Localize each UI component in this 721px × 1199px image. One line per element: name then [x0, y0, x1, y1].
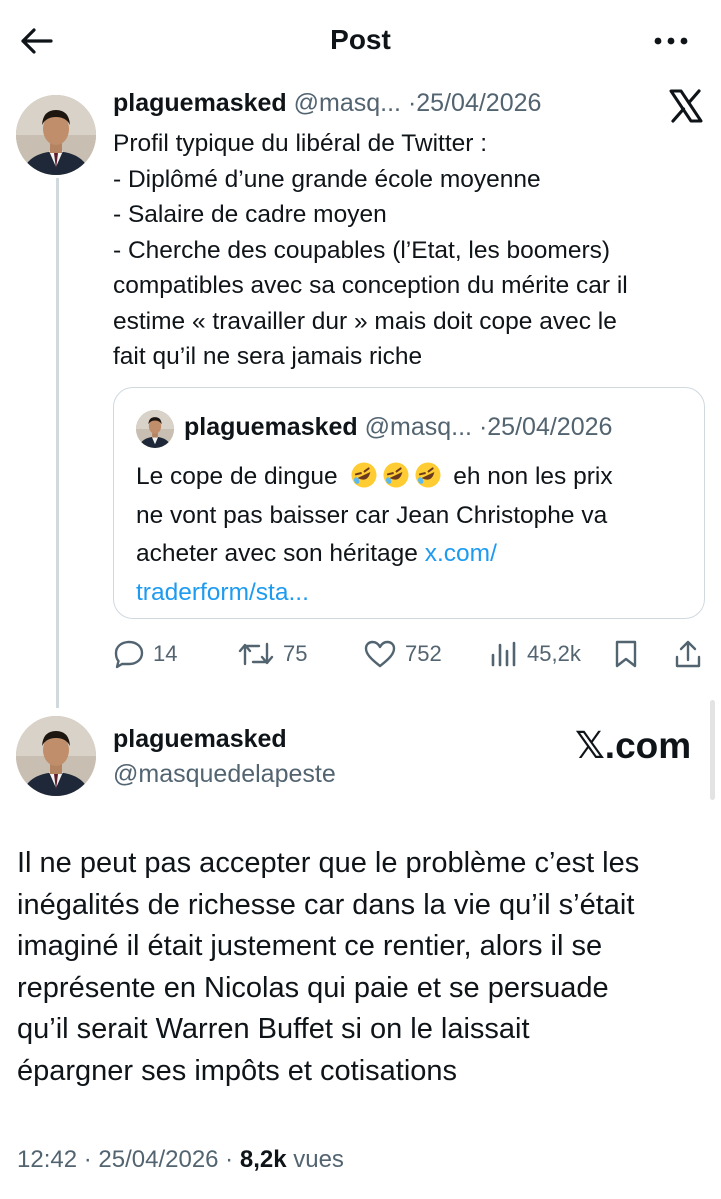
- more-horizontal-icon: [654, 37, 688, 45]
- tweet-header: plaguemasked @masq... ·25/04/2026: [113, 89, 541, 118]
- reply-button[interactable]: 14: [113, 632, 177, 676]
- separator-dot: ·: [77, 1146, 99, 1173]
- rolling-on-floor-laughing-emoji: [383, 462, 409, 488]
- tweet-text-line: fait qu’il ne sera jamais riche: [113, 343, 423, 370]
- reply-icon: [114, 640, 144, 669]
- like-button[interactable]: 752: [363, 632, 442, 676]
- scrollbar[interactable]: [710, 700, 715, 800]
- analytics-bars-icon: [491, 641, 516, 667]
- post-date[interactable]: 25/04/2026: [98, 1146, 218, 1173]
- quoted-text-line: ne vont pas baisser car Jean Christophe …: [136, 501, 608, 529]
- views-count: 45,2k: [527, 641, 581, 666]
- repost-icon: [238, 642, 274, 666]
- quoted-text-line: acheter avec son héritage x.com/: [136, 535, 696, 574]
- author-handle[interactable]: @masq...: [294, 89, 401, 117]
- quoted-tweet-text: Le cope de dingue eh non les prix ne von…: [136, 458, 696, 612]
- views-total: 8,2k: [239, 1146, 287, 1173]
- rolling-on-floor-laughing-emoji: [415, 462, 441, 488]
- tweet-date[interactable]: 25/04/2026: [416, 89, 541, 117]
- quoted-tweet-card[interactable]: plaguemasked @masq... ·25/04/2026 Le cop…: [113, 387, 705, 619]
- repost-button[interactable]: 75: [237, 632, 307, 676]
- quoted-author-name: plaguemasked: [184, 413, 358, 441]
- quoted-tweet-date: 25/04/2026: [487, 413, 613, 441]
- quoted-author-handle: @masq...: [364, 413, 472, 441]
- quoted-text-segment: Le cope de dingue: [136, 463, 338, 490]
- share-button[interactable]: [673, 632, 711, 676]
- quoted-text-line: traderform/sta...: [136, 574, 696, 613]
- author-name[interactable]: plaguemasked: [113, 89, 287, 117]
- x-logo-icon: [668, 88, 704, 124]
- tweet-text-line: - Salaire de cadre moyen: [113, 201, 387, 228]
- avatar[interactable]: [16, 95, 96, 175]
- like-count: 752: [405, 641, 442, 666]
- views-label: vues: [286, 1146, 344, 1173]
- quoted-text-segment: acheter avec son héritage: [136, 540, 425, 567]
- tweet-text-line: compatibles avec sa conception du mérite…: [113, 272, 628, 299]
- top-bar: Post: [0, 0, 721, 82]
- repost-count: 75: [283, 641, 308, 666]
- quoted-link-continued[interactable]: traderform/sta...: [136, 579, 309, 606]
- post-time[interactable]: 12:42: [17, 1146, 77, 1173]
- bookmark-button[interactable]: [613, 632, 647, 676]
- bookmark-icon: [615, 640, 637, 668]
- tweet-text-line: - Diplômé d’une grande école moyenne: [113, 165, 541, 193]
- main-text-line: Il ne peut pas accepter que le problème …: [17, 847, 640, 879]
- post-metadata: 12:42 · 25/04/2026 · 8,2k vues: [17, 1146, 344, 1174]
- page-title: Post: [330, 24, 391, 55]
- main-text-line: épargner ses impôts et cotisations: [17, 1054, 458, 1087]
- main-text-line: inégalités de richesse car dans la vie q…: [17, 888, 635, 921]
- share-icon: [675, 640, 701, 668]
- heart-icon: [364, 640, 396, 668]
- separator-dot: ·: [218, 1146, 240, 1173]
- main-text-line: qu’il serait Warren Buffet si on le lais…: [17, 1013, 530, 1045]
- quoted-avatar: [136, 410, 174, 448]
- quoted-text-line: Le cope de dingue eh non les prix: [136, 458, 696, 497]
- rolling-on-floor-laughing-emoji: [351, 462, 377, 488]
- main-text-line: représente en Nicolas qui paie et se per…: [17, 971, 609, 1004]
- reply-count: 14: [153, 641, 178, 666]
- profile-name[interactable]: plaguemasked: [113, 725, 287, 754]
- main-text-line: imaginé il était justement ce rentier, a…: [17, 930, 603, 962]
- tweet-text-line: Profil typique du libéral de Twitter :: [113, 130, 488, 157]
- tweet-action-bar: 14 75 752 45,2k: [113, 632, 713, 676]
- tweet-text-line: estime « travailler dur » mais doit cope…: [113, 307, 617, 335]
- quoted-link[interactable]: x.com/: [425, 540, 497, 567]
- profile-handle[interactable]: @masquedelapeste: [113, 760, 336, 789]
- views-button[interactable]: 45,2k: [489, 632, 581, 676]
- tweet-text: Profil typique du libéral de Twitter : -…: [113, 126, 713, 375]
- x-com-logo: 𝕏.com: [575, 725, 692, 766]
- more-options-button[interactable]: [651, 24, 691, 58]
- profile-avatar[interactable]: [16, 716, 96, 796]
- thread-connector-line: [56, 178, 59, 708]
- quoted-tweet-header: plaguemasked @masq... ·25/04/2026: [184, 413, 612, 442]
- quoted-text-segment: eh non les prix: [446, 463, 613, 490]
- tweet-text-line: - Cherche des coupables (l’Etat, les boo…: [113, 236, 611, 264]
- main-post-text: Il ne peut pas accepter que le problème …: [17, 843, 717, 1092]
